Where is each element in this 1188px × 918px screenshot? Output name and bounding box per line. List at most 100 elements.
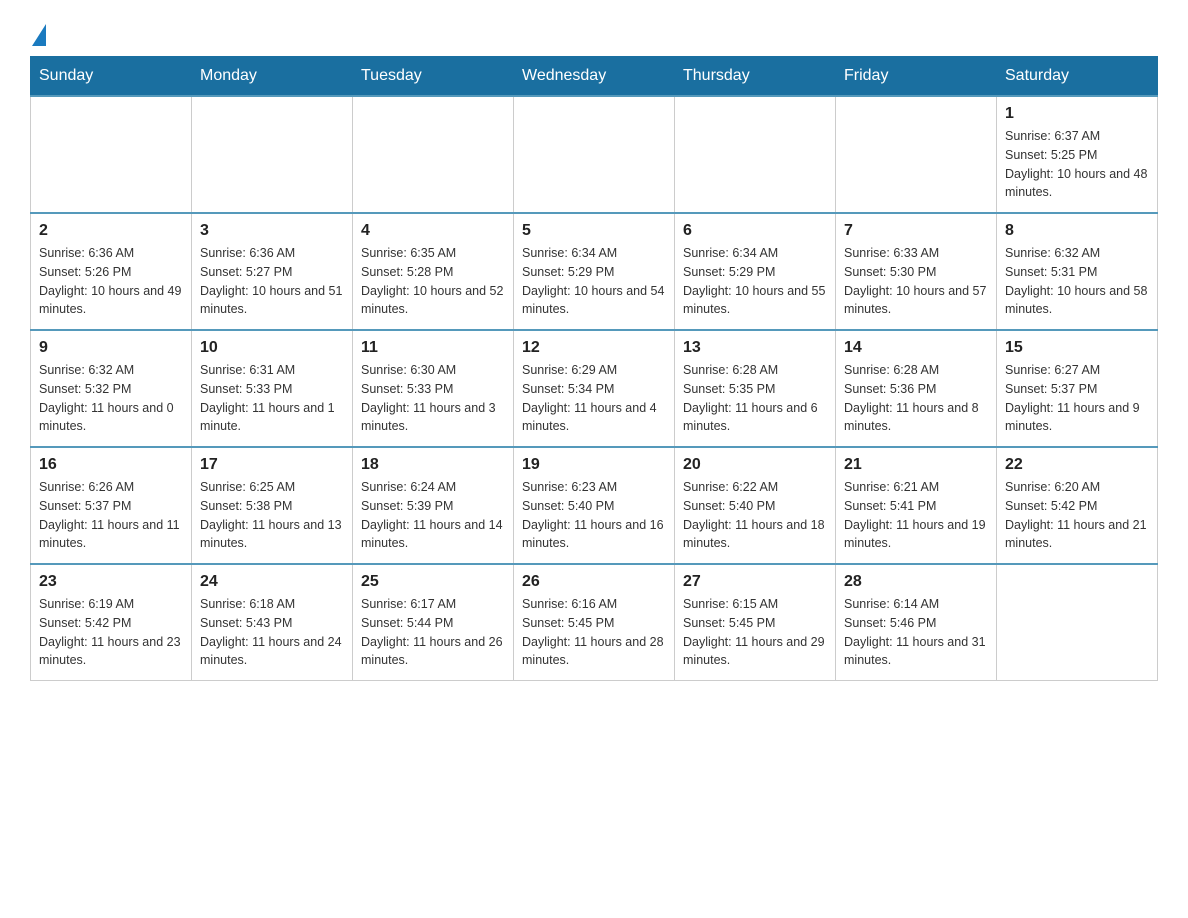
day-number: 20 bbox=[683, 456, 827, 474]
day-of-week-header: Wednesday bbox=[514, 57, 675, 97]
day-info: Sunrise: 6:25 AMSunset: 5:38 PMDaylight:… bbox=[200, 478, 344, 553]
day-of-week-header: Saturday bbox=[997, 57, 1158, 97]
calendar-day-cell: 19 Sunrise: 6:23 AMSunset: 5:40 PMDayligh… bbox=[514, 447, 675, 564]
day-number: 15 bbox=[1005, 339, 1149, 357]
calendar-week-row: 2 Sunrise: 6:36 AMSunset: 5:26 PMDaylight… bbox=[31, 213, 1158, 330]
day-number: 25 bbox=[361, 573, 505, 591]
day-info: Sunrise: 6:32 AMSunset: 5:31 PMDaylight:… bbox=[1005, 244, 1149, 319]
page-header bbox=[30, 20, 1158, 46]
calendar-day-cell: 10 Sunrise: 6:31 AMSunset: 5:33 PMDayligh… bbox=[192, 330, 353, 447]
day-number: 19 bbox=[522, 456, 666, 474]
day-number: 16 bbox=[39, 456, 183, 474]
calendar-day-cell: 27 Sunrise: 6:15 AMSunset: 5:45 PMDayligh… bbox=[675, 564, 836, 681]
day-info: Sunrise: 6:35 AMSunset: 5:28 PMDaylight:… bbox=[361, 244, 505, 319]
day-info: Sunrise: 6:17 AMSunset: 5:44 PMDaylight:… bbox=[361, 595, 505, 670]
calendar-day-cell bbox=[836, 96, 997, 213]
day-number: 23 bbox=[39, 573, 183, 591]
calendar-day-cell: 1Sunrise: 6:37 AMSunset: 5:25 PMDaylight… bbox=[997, 96, 1158, 213]
day-of-week-header: Sunday bbox=[31, 57, 192, 97]
calendar-day-cell: 24 Sunrise: 6:18 AMSunset: 5:43 PMDayligh… bbox=[192, 564, 353, 681]
calendar-day-cell bbox=[997, 564, 1158, 681]
day-info: Sunrise: 6:27 AMSunset: 5:37 PMDaylight:… bbox=[1005, 361, 1149, 436]
calendar-day-cell: 21 Sunrise: 6:21 AMSunset: 5:41 PMDayligh… bbox=[836, 447, 997, 564]
day-number: 17 bbox=[200, 456, 344, 474]
day-number: 21 bbox=[844, 456, 988, 474]
day-info: Sunrise: 6:28 AMSunset: 5:35 PMDaylight:… bbox=[683, 361, 827, 436]
day-info: Sunrise: 6:16 AMSunset: 5:45 PMDaylight:… bbox=[522, 595, 666, 670]
day-number: 12 bbox=[522, 339, 666, 357]
day-number: 28 bbox=[844, 573, 988, 591]
day-info: Sunrise: 6:28 AMSunset: 5:36 PMDaylight:… bbox=[844, 361, 988, 436]
calendar-day-cell: 3 Sunrise: 6:36 AMSunset: 5:27 PMDaylight… bbox=[192, 213, 353, 330]
day-info: Sunrise: 6:30 AMSunset: 5:33 PMDaylight:… bbox=[361, 361, 505, 436]
day-number: 6 bbox=[683, 222, 827, 240]
calendar-day-cell: 13 Sunrise: 6:28 AMSunset: 5:35 PMDayligh… bbox=[675, 330, 836, 447]
day-info: Sunrise: 6:34 AMSunset: 5:29 PMDaylight:… bbox=[683, 244, 827, 319]
day-number: 8 bbox=[1005, 222, 1149, 240]
day-number: 13 bbox=[683, 339, 827, 357]
calendar-day-cell bbox=[514, 96, 675, 213]
day-of-week-header: Monday bbox=[192, 57, 353, 97]
day-number: 9 bbox=[39, 339, 183, 357]
calendar-day-cell: 6 Sunrise: 6:34 AMSunset: 5:29 PMDaylight… bbox=[675, 213, 836, 330]
day-info: Sunrise: 6:36 AMSunset: 5:26 PMDaylight:… bbox=[39, 244, 183, 319]
day-info: Sunrise: 6:29 AMSunset: 5:34 PMDaylight:… bbox=[522, 361, 666, 436]
day-number: 11 bbox=[361, 339, 505, 357]
day-of-week-header: Friday bbox=[836, 57, 997, 97]
calendar-day-cell: 16 Sunrise: 6:26 AMSunset: 5:37 PMDayligh… bbox=[31, 447, 192, 564]
day-info: Sunrise: 6:14 AMSunset: 5:46 PMDaylight:… bbox=[844, 595, 988, 670]
calendar-day-cell: 5 Sunrise: 6:34 AMSunset: 5:29 PMDaylight… bbox=[514, 213, 675, 330]
calendar-day-cell: 4 Sunrise: 6:35 AMSunset: 5:28 PMDaylight… bbox=[353, 213, 514, 330]
day-number: 4 bbox=[361, 222, 505, 240]
day-number: 18 bbox=[361, 456, 505, 474]
day-info: Sunrise: 6:31 AMSunset: 5:33 PMDaylight:… bbox=[200, 361, 344, 436]
day-number: 22 bbox=[1005, 456, 1149, 474]
day-number: 10 bbox=[200, 339, 344, 357]
day-info: Sunrise: 6:23 AMSunset: 5:40 PMDaylight:… bbox=[522, 478, 666, 553]
day-info: Sunrise: 6:36 AMSunset: 5:27 PMDaylight:… bbox=[200, 244, 344, 319]
logo bbox=[30, 20, 46, 46]
day-number: 24 bbox=[200, 573, 344, 591]
day-info: Sunrise: 6:19 AMSunset: 5:42 PMDaylight:… bbox=[39, 595, 183, 670]
day-number: 14 bbox=[844, 339, 988, 357]
calendar-week-row: 1Sunrise: 6:37 AMSunset: 5:25 PMDaylight… bbox=[31, 96, 1158, 213]
calendar-day-cell bbox=[675, 96, 836, 213]
day-info: Sunrise: 6:24 AMSunset: 5:39 PMDaylight:… bbox=[361, 478, 505, 553]
calendar-day-cell: 18 Sunrise: 6:24 AMSunset: 5:39 PMDayligh… bbox=[353, 447, 514, 564]
calendar-day-cell bbox=[192, 96, 353, 213]
day-number: 3 bbox=[200, 222, 344, 240]
day-number: 2 bbox=[39, 222, 183, 240]
logo-triangle-icon bbox=[32, 24, 46, 46]
day-number: 27 bbox=[683, 573, 827, 591]
day-info: Sunrise: 6:33 AMSunset: 5:30 PMDaylight:… bbox=[844, 244, 988, 319]
calendar-day-cell: 25 Sunrise: 6:17 AMSunset: 5:44 PMDayligh… bbox=[353, 564, 514, 681]
calendar-day-cell: 11 Sunrise: 6:30 AMSunset: 5:33 PMDayligh… bbox=[353, 330, 514, 447]
day-info: Sunrise: 6:21 AMSunset: 5:41 PMDaylight:… bbox=[844, 478, 988, 553]
calendar-day-cell: 8 Sunrise: 6:32 AMSunset: 5:31 PMDaylight… bbox=[997, 213, 1158, 330]
day-info: Sunrise: 6:20 AMSunset: 5:42 PMDaylight:… bbox=[1005, 478, 1149, 553]
calendar-day-cell: 26 Sunrise: 6:16 AMSunset: 5:45 PMDayligh… bbox=[514, 564, 675, 681]
calendar-week-row: 9Sunrise: 6:32 AMSunset: 5:32 PMDaylight… bbox=[31, 330, 1158, 447]
day-info: Sunrise: 6:34 AMSunset: 5:29 PMDaylight:… bbox=[522, 244, 666, 319]
day-number: 26 bbox=[522, 573, 666, 591]
day-info: Sunrise: 6:26 AMSunset: 5:37 PMDaylight:… bbox=[39, 478, 183, 553]
calendar-day-cell: 7 Sunrise: 6:33 AMSunset: 5:30 PMDaylight… bbox=[836, 213, 997, 330]
calendar-day-cell: 17 Sunrise: 6:25 AMSunset: 5:38 PMDayligh… bbox=[192, 447, 353, 564]
day-info: Sunrise: 6:15 AMSunset: 5:45 PMDaylight:… bbox=[683, 595, 827, 670]
calendar-table: SundayMondayTuesdayWednesdayThursdayFrid… bbox=[30, 56, 1158, 681]
calendar-week-row: 23 Sunrise: 6:19 AMSunset: 5:42 PMDayligh… bbox=[31, 564, 1158, 681]
calendar-week-row: 16 Sunrise: 6:26 AMSunset: 5:37 PMDayligh… bbox=[31, 447, 1158, 564]
calendar-day-cell: 28 Sunrise: 6:14 AMSunset: 5:46 PMDayligh… bbox=[836, 564, 997, 681]
calendar-day-cell bbox=[31, 96, 192, 213]
calendar-day-cell: 14 Sunrise: 6:28 AMSunset: 5:36 PMDayligh… bbox=[836, 330, 997, 447]
calendar-day-cell: 2 Sunrise: 6:36 AMSunset: 5:26 PMDaylight… bbox=[31, 213, 192, 330]
calendar-day-cell: 20Sunrise: 6:22 AMSunset: 5:40 PMDayligh… bbox=[675, 447, 836, 564]
calendar-day-cell bbox=[353, 96, 514, 213]
day-number: 5 bbox=[522, 222, 666, 240]
day-number: 7 bbox=[844, 222, 988, 240]
calendar-header-row: SundayMondayTuesdayWednesdayThursdayFrid… bbox=[31, 57, 1158, 97]
day-info: Sunrise: 6:37 AMSunset: 5:25 PMDaylight:… bbox=[1005, 127, 1149, 202]
calendar-day-cell: 12 Sunrise: 6:29 AMSunset: 5:34 PMDayligh… bbox=[514, 330, 675, 447]
day-info: Sunrise: 6:18 AMSunset: 5:43 PMDaylight:… bbox=[200, 595, 344, 670]
calendar-day-cell: 15 Sunrise: 6:27 AMSunset: 5:37 PMDayligh… bbox=[997, 330, 1158, 447]
